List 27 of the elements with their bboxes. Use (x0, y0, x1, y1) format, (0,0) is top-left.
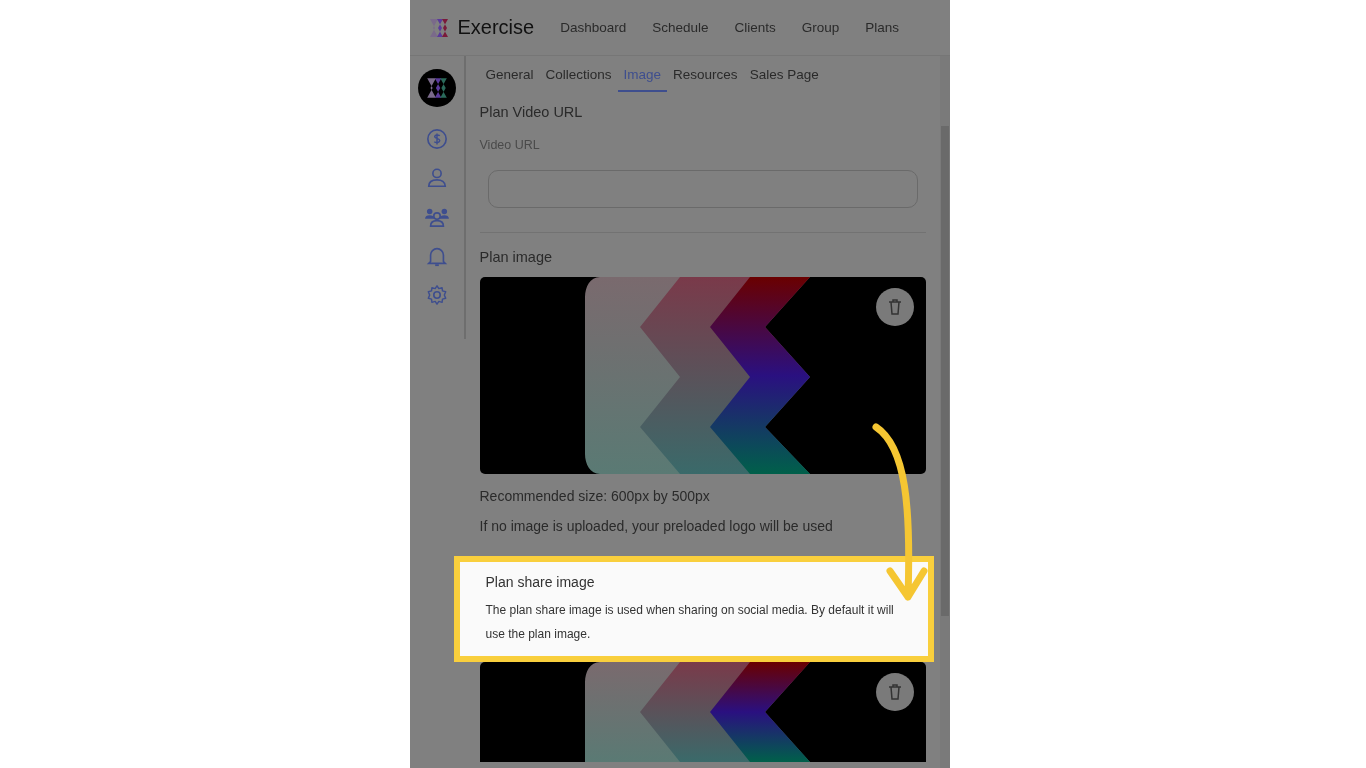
section-title: Plan image (479, 249, 554, 265)
settings-icon[interactable] (425, 284, 448, 306)
nav-link[interactable]: Clients (734, 20, 776, 35)
tab[interactable]: Sales Page (743, 56, 825, 92)
logo-icon (427, 16, 450, 39)
bell-icon[interactable] (425, 245, 448, 267)
tab[interactable]: General (479, 56, 540, 92)
trash-icon (887, 684, 902, 700)
group-icon[interactable] (423, 206, 450, 228)
section-title: Plan Video URL (479, 104, 584, 120)
nav-link[interactable]: Plans (865, 20, 900, 35)
trash-icon (887, 299, 902, 315)
app-name: Exercise (457, 16, 535, 39)
scrollbar[interactable] (939, 56, 950, 768)
nav-link[interactable]: Dashboard (560, 20, 627, 35)
section-title: Plan share image (485, 574, 596, 590)
tab[interactable]: Collections (539, 56, 618, 92)
hint-text: If no image is uploaded, your preloaded logo will be used (479, 518, 834, 534)
tab[interactable]: Resources (667, 56, 744, 92)
description-text: The plan share image is used when sharing on social media. By default it will use the plan image. (485, 602, 895, 643)
dollar-icon[interactable] (425, 128, 448, 150)
avatar-icon[interactable] (417, 69, 456, 107)
nav-link[interactable]: Group (801, 20, 840, 35)
nav-link[interactable]: Schedule (652, 20, 709, 35)
tab[interactable]: Image (617, 56, 668, 92)
hint-text: Recommended size: 600px by 500px (479, 488, 711, 504)
user-icon[interactable] (425, 167, 448, 189)
